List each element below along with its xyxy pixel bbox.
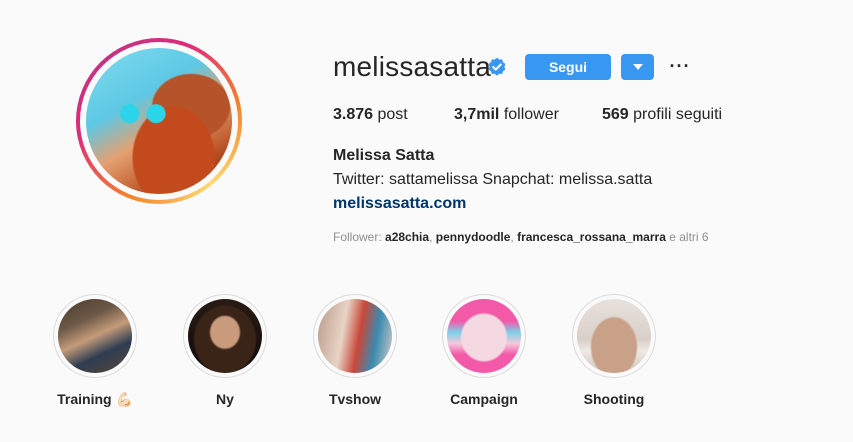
posts-count: 3.876	[333, 106, 374, 123]
followed-by-suffix: e altri 6	[669, 230, 709, 244]
following-count: 569	[602, 106, 629, 123]
highlight-label: Training 💪🏻	[57, 391, 133, 407]
followers-count: 3,7mil	[454, 106, 500, 123]
highlight-campaign[interactable]: Campaign	[442, 294, 526, 407]
highlight-ring	[313, 294, 397, 378]
suggested-dropdown-button[interactable]	[621, 54, 654, 80]
highlight-ring	[183, 294, 267, 378]
followers-label: follower	[503, 106, 559, 123]
follower-name[interactable]: francesca_rossana_marra	[517, 230, 666, 244]
follow-button[interactable]: Segui	[525, 54, 611, 80]
highlight-training[interactable]: Training 💪🏻	[53, 294, 137, 407]
highlight-ring	[53, 294, 137, 378]
followed-by[interactable]: Follower: a28chia, pennydoodle, francesc…	[333, 230, 709, 244]
highlight-label: Shooting	[583, 391, 645, 407]
avatar-border	[80, 42, 238, 200]
highlight-label: Tvshow	[328, 391, 382, 407]
highlight-image	[318, 299, 392, 373]
followers-stat[interactable]: 3,7mil follower	[454, 106, 559, 124]
follower-name[interactable]: pennydoodle	[436, 230, 511, 244]
avatar-image	[86, 48, 232, 194]
highlight-shooting[interactable]: Shooting	[572, 294, 656, 407]
website-link[interactable]: melissasatta.com	[333, 195, 466, 213]
highlight-ring	[442, 294, 526, 378]
highlight-image	[447, 299, 521, 373]
highlight-label: Ny	[216, 391, 234, 407]
highlight-image	[188, 299, 262, 373]
highlight-tvshow[interactable]: Tvshow	[313, 294, 397, 407]
posts-label: post	[377, 106, 408, 123]
highlight-image	[58, 299, 132, 373]
username: melissasatta	[333, 51, 492, 82]
more-options-button[interactable]: ···	[669, 55, 691, 77]
caret-down-icon	[632, 64, 643, 70]
highlight-ny[interactable]: Ny	[183, 294, 267, 407]
posts-stat: 3.876 post	[333, 106, 408, 124]
profile-avatar[interactable]	[76, 38, 242, 204]
highlight-ring	[572, 294, 656, 378]
bio-text: Twitter: sattamelissa Snapchat: melissa.…	[333, 171, 653, 188]
highlight-image	[577, 299, 651, 373]
following-stat[interactable]: 569 profili seguiti	[602, 106, 722, 124]
following-label: profili seguiti	[633, 106, 723, 123]
highlight-label: Campaign	[450, 391, 518, 407]
verified-badge-icon	[488, 57, 506, 76]
full-name: Melissa Satta	[333, 147, 435, 164]
followed-by-prefix: Follower:	[333, 230, 382, 244]
follower-name[interactable]: a28chia	[385, 230, 429, 244]
